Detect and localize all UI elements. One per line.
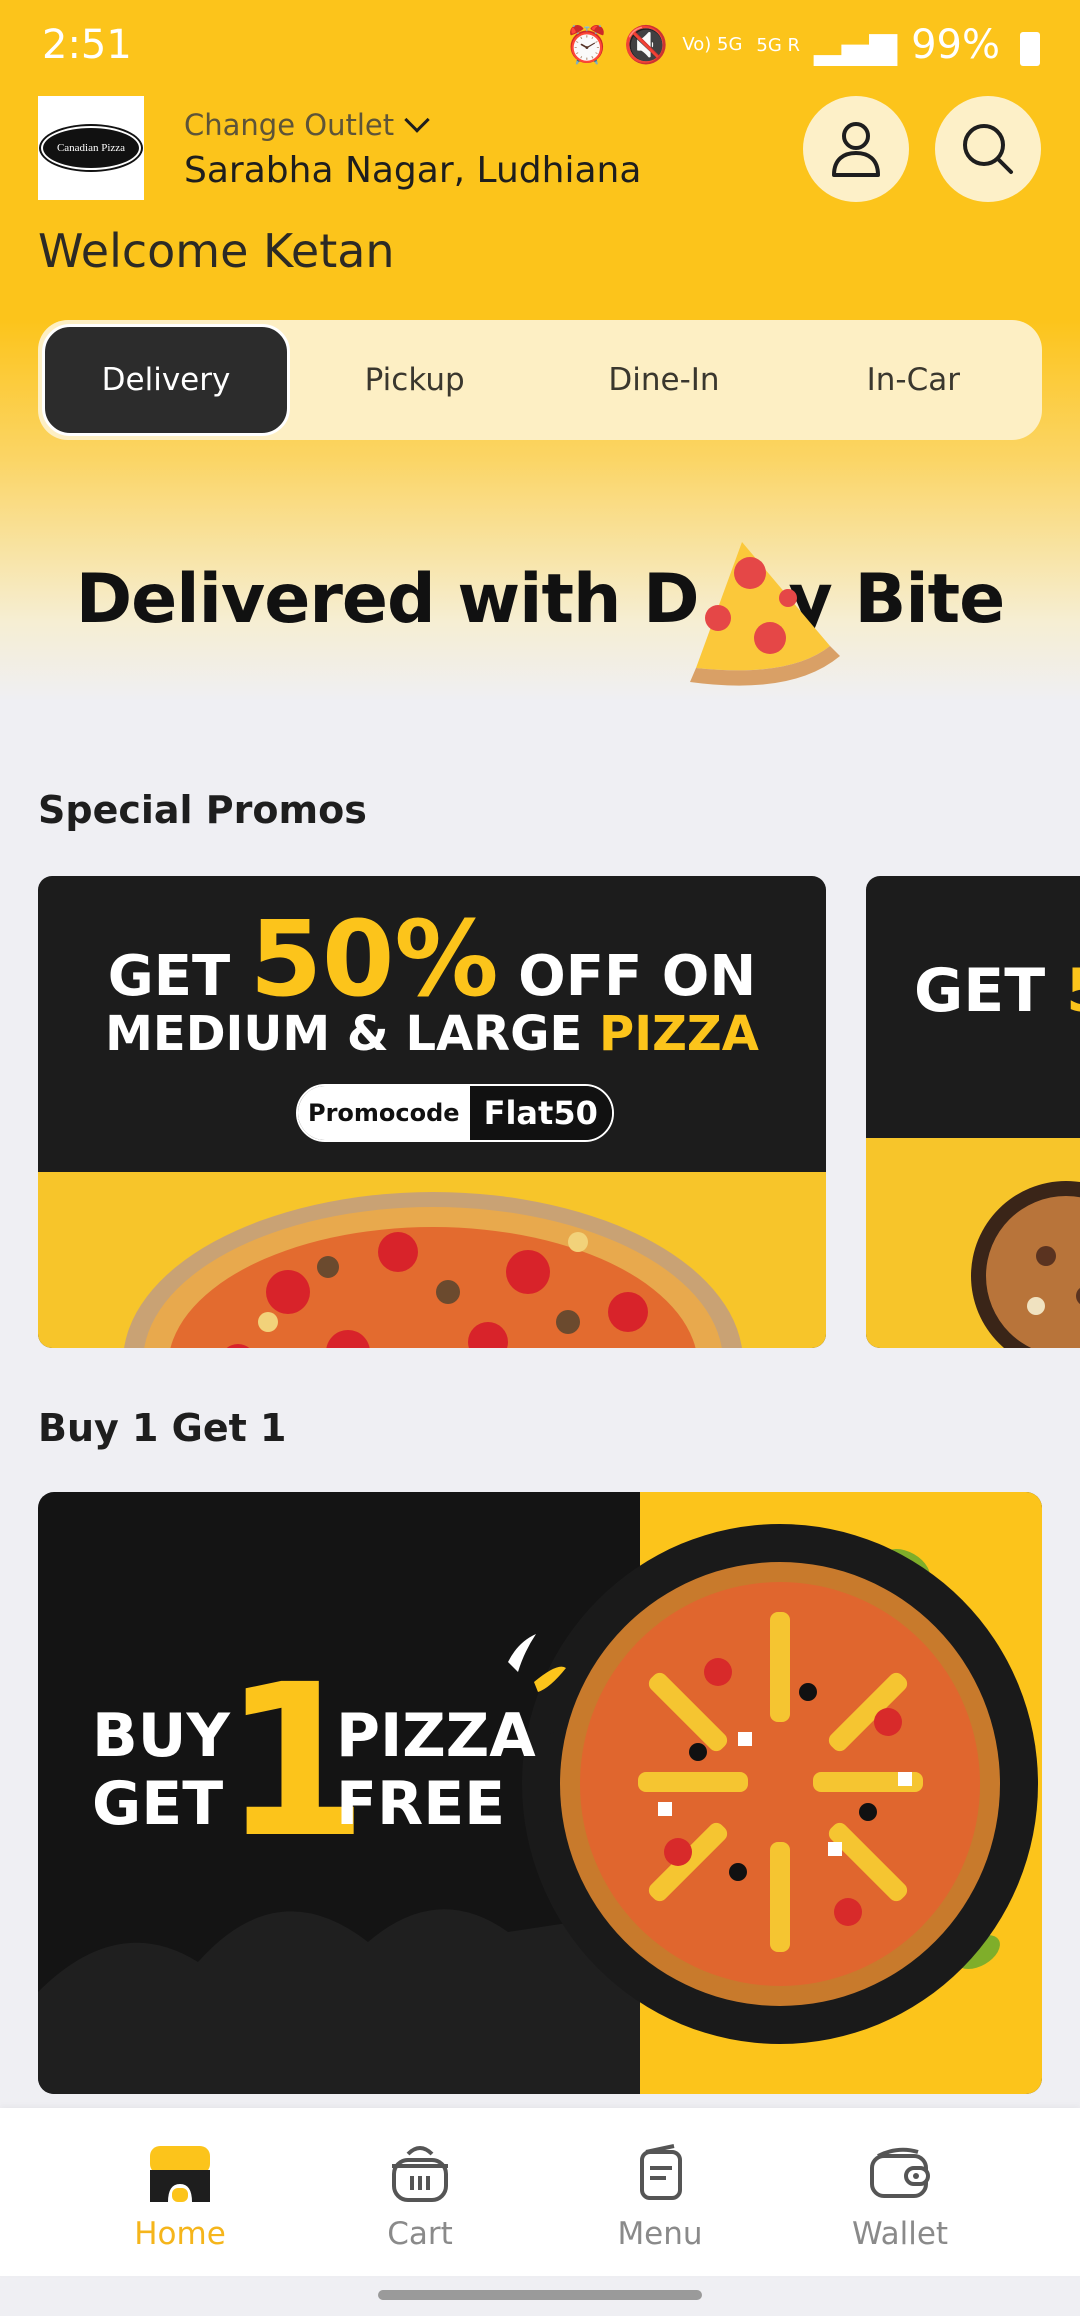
promocode-badge: Promocode Flat50 [296,1084,614,1142]
volte-label: Vo) 5G [682,34,743,55]
nav-wallet-label: Wallet [851,2216,949,2252]
promocode-value: Flat50 [469,1086,612,1140]
bogo-pizza: PIZZA [336,1701,536,1771]
home-indicator[interactable] [378,2290,702,2300]
tab-delivery[interactable]: Delivery [42,324,290,436]
mute-icon: 🔇 [623,25,669,66]
nav-menu[interactable]: Menu [560,2142,760,2252]
search-icon [963,124,1013,174]
home-icon [150,2146,210,2202]
status-bar: 2:51 ⏰ 🔇 Vo) 5G 5G R ▂▄▆ 99% [0,0,1080,92]
cart-icon [392,2146,448,2202]
nav-menu-label: Menu [617,2216,703,2252]
nav-home-label: Home [134,2216,226,2252]
bogo-free: FREE [336,1769,506,1839]
tab-pickup[interactable]: Pickup [290,324,539,436]
promo-off-on: OFF ON [518,944,757,1009]
hero-banner-text: Delivered with Dy Bite [0,560,1080,639]
promo-card-second[interactable]: GET 5 [866,876,1080,1348]
status-icons: ⏰ 🔇 Vo) 5G 5G R ▂▄▆ 99% [565,22,1040,68]
promocode-label: Promocode [298,1086,470,1140]
promo-subline: MEDIUM & LARGE PIZZA [38,1006,826,1062]
special-promos-title: Special Promos [38,788,367,832]
welcome-message: Welcome Ketan [38,224,395,278]
chevron-down-icon [404,107,430,133]
promo-get: GET [107,944,231,1009]
battery-icon [1020,32,1040,66]
signal-label: 5G R [756,34,801,56]
search-button[interactable] [935,96,1041,202]
nav-wallet[interactable]: Wallet [800,2142,1000,2252]
brand-logo[interactable]: Canadian Pizza [38,96,144,200]
promo2-headline: GET 5 [914,956,1080,1026]
promo-card-flat50[interactable]: GET 50% OFF ON MEDIUM & LARGE PIZZA Prom… [38,876,826,1348]
bottom-navigation: Home Cart Menu Wallet [0,2108,1080,2276]
promo-percent: 50% [249,898,499,1020]
status-time: 2:51 [42,22,132,68]
user-icon [832,122,880,177]
bogo-buy: BUY [92,1701,230,1771]
bogo-buy-get: BUY GET [92,1702,230,1838]
hero-text-left: Delivered with D [75,560,700,639]
menu-icon [640,2144,682,2200]
nav-cart-label: Cart [387,2216,453,2252]
wallet-icon [870,2147,930,2198]
tab-dine-in[interactable]: Dine-In [539,324,788,436]
promo-headline: GET 50% OFF ON [38,898,826,1020]
promo2-percent: 5 [1066,956,1080,1026]
pizza-slice-icon [690,542,840,686]
profile-button[interactable] [803,96,909,202]
signal-bars-icon: ▂▄▆ [814,24,898,66]
pizza-image [971,1181,1080,1348]
alarm-icon: ⏰ [564,25,610,66]
promo-pizza-word: PIZZA [599,1006,759,1062]
nav-home[interactable]: Home [80,2142,280,2252]
bogo-pizza-free: PIZZA FREE [336,1702,536,1838]
bogo-get: GET [92,1769,224,1839]
tab-in-car[interactable]: In-Car [789,324,1038,436]
promo-sizes: MEDIUM & LARGE [105,1006,583,1062]
bogo-title: Buy 1 Get 1 [38,1406,287,1450]
bogo-banner[interactable]: BUY GET 1 PIZZA FREE [38,1492,1042,2094]
change-outlet-label: Change Outlet [184,108,395,142]
logo-badge: Canadian Pizza [41,126,141,170]
outlet-name[interactable]: Sarabha Nagar, Ludhiana [184,150,641,191]
nav-cart[interactable]: Cart [320,2142,520,2252]
order-mode-tabs: Delivery Pickup Dine-In In-Car [38,320,1042,440]
battery-percent: 99% [911,22,1000,68]
change-outlet-button[interactable]: Change Outlet [184,107,430,142]
pizza-image [124,1192,742,1348]
promo2-get: GET [914,956,1046,1026]
